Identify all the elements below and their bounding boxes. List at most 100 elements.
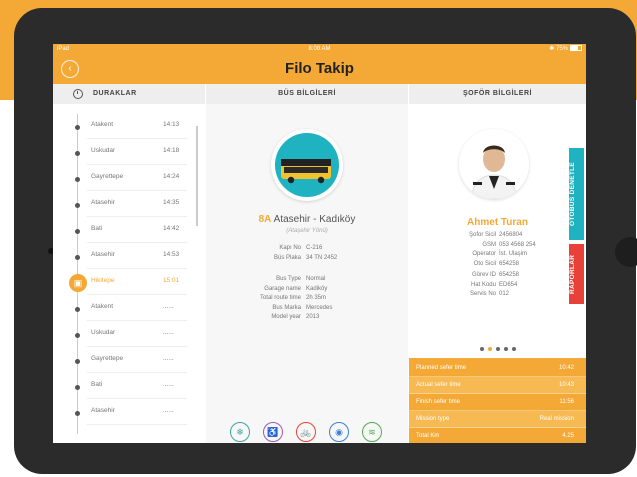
bus-spec-label: Model year	[271, 314, 301, 320]
stat-label: Planned sefer time	[416, 365, 467, 371]
page-dot[interactable]	[479, 347, 484, 351]
stop-name: Uskudar	[91, 147, 116, 154]
stop-divider	[87, 268, 187, 269]
clock-icon	[73, 89, 83, 99]
page-dot[interactable]	[511, 347, 516, 351]
stop-name: Atakent	[91, 121, 114, 128]
stop-divider	[87, 372, 187, 373]
bus-info-row: Kapı No C-216	[206, 245, 408, 254]
stop-time: ......	[163, 303, 174, 310]
reports-tab[interactable]: RAPORLAR	[569, 244, 584, 304]
stop-name: Bati	[91, 225, 103, 232]
page-dot[interactable]	[495, 347, 500, 351]
stop-item[interactable]: Atakent 14:13	[53, 116, 205, 142]
bus-spec-value: Normal	[306, 276, 326, 282]
feature-item: ❄Climate	[226, 422, 254, 443]
stop-divider	[87, 216, 187, 217]
stop-item[interactable]: Atasehir 14:53	[53, 246, 205, 272]
stop-name: Atakent	[91, 303, 114, 310]
stat-value: 4.25	[562, 433, 574, 439]
stop-time: 14:35	[163, 199, 180, 206]
driver-info-label: GSM	[482, 241, 496, 248]
stop-name: Gayrettepe	[91, 173, 124, 180]
stop-item[interactable]: Bati......	[53, 376, 205, 402]
bus-spec-row: Bus Type Normal	[206, 276, 408, 285]
stop-item[interactable]: Atakent......	[53, 298, 205, 324]
bus-info-row: Büs Plaka 34 TN 2452	[206, 255, 408, 264]
driver-info-value: 2456804	[499, 232, 523, 238]
page-dot[interactable]	[503, 347, 508, 351]
stop-item[interactable]: Gayrettepe 14:24	[53, 168, 205, 194]
driver-duty-value: ED654	[499, 281, 518, 288]
stop-item[interactable]: Uskudar......	[53, 324, 205, 350]
bus-spec-value: Kadiköy	[306, 285, 328, 292]
inspect-bus-tab[interactable]: OTOBÜS DENETLE	[569, 148, 584, 240]
bus-avatar	[271, 129, 343, 201]
page-dot-active[interactable]	[487, 347, 492, 351]
feature-item: ◉Camera	[325, 422, 353, 443]
stat-value: 10:42	[558, 365, 574, 371]
stop-time: 14:18	[163, 147, 180, 154]
bus-info-value: C-216	[306, 245, 323, 251]
driver-header: ŞOFÖR BİLGİLERİ	[409, 84, 586, 104]
stop-time: 15:01	[163, 277, 180, 284]
stop-time: ......	[163, 355, 174, 362]
stop-item[interactable]: Uskudar 14:18	[53, 142, 205, 168]
bus-spec-value: 2013	[306, 314, 320, 320]
stop-name: Atasehir	[91, 407, 115, 414]
bus-spec-row: Garage name Kadiköy	[206, 286, 408, 295]
stat-value: 11:56	[559, 399, 574, 405]
stop-item[interactable]: Bati 14:42	[53, 220, 205, 246]
stop-item[interactable]: Atasehir 14:35	[53, 194, 205, 220]
stop-item[interactable]: ▣ Hikitepe 15:01	[53, 272, 205, 298]
page-indicator[interactable]	[409, 338, 586, 356]
stop-dot	[75, 307, 80, 312]
stop-name: Atasehir	[91, 199, 115, 206]
driver-duty-row: Hat Kodu ED654	[409, 282, 586, 291]
bus-spec-row: Total route time 2h 35m	[206, 295, 408, 304]
bus-icon	[281, 159, 331, 184]
driver-duty-value: 654258	[499, 272, 520, 278]
driver-info-row: Operator İst. Ulaşim	[409, 251, 586, 260]
stop-item[interactable]: Gayrettepe......	[53, 350, 205, 376]
stop-dot	[75, 203, 80, 208]
stop-divider	[87, 138, 187, 139]
stop-time: 14:13	[163, 121, 180, 128]
home-button[interactable]	[615, 237, 637, 267]
driver-info-label: Operator	[472, 251, 496, 257]
bus-position-icon: ▣	[69, 274, 87, 292]
driver-duty-row: Servis No 012	[409, 291, 586, 300]
bus-spec-label: Bus Marka	[272, 304, 301, 311]
wifi-icon: ≋	[362, 422, 382, 442]
snowflake-icon: ❄	[230, 422, 250, 442]
stop-dot	[75, 333, 80, 338]
bus-panel: 8A Atasehir - Kadıköy (Ataşehir Yönü) Ka…	[206, 104, 408, 443]
stop-name: Gayrettepe	[91, 355, 124, 362]
stop-name: Hikitepe	[91, 277, 115, 284]
driver-duty-label: Hat Kodu	[470, 281, 496, 288]
stop-time: ......	[163, 329, 174, 336]
bus-header: BÜS BİLGİLERİ	[206, 84, 408, 104]
stop-dot	[75, 151, 80, 156]
driver-photo-icon	[459, 129, 529, 199]
bus-info-label: Büs Plaka	[273, 254, 301, 261]
bus-spec-row: Model year 2013	[206, 314, 408, 323]
feature-item: 🚲Bisiklet Tasıma	[292, 422, 320, 443]
feature-item: ≋Wi-fi	[358, 422, 386, 443]
driver-info-value: 053 4568 254	[499, 241, 536, 248]
stop-dot	[75, 229, 80, 234]
driver-duty-label: Görev ID	[471, 272, 496, 278]
stat-value: 10:43	[558, 382, 574, 388]
bus-info-value: 34 TN 2452	[306, 254, 338, 261]
stat-value: Real mission	[539, 416, 574, 422]
bus-info-label: Kapı No	[279, 245, 301, 251]
stop-time: 14:24	[163, 173, 180, 180]
page-title: Filo Takip	[285, 60, 354, 77]
stat-row: Planned sefer time 10:42	[409, 360, 586, 377]
stop-name: Uskudar	[91, 329, 116, 336]
bicycle-icon: 🚲	[296, 422, 316, 442]
stat-label: Mission type	[416, 416, 450, 422]
stop-item[interactable]: Atasehir......	[53, 402, 205, 428]
battery-icon	[570, 45, 582, 52]
stat-row: Mission type Real mission	[409, 411, 586, 428]
